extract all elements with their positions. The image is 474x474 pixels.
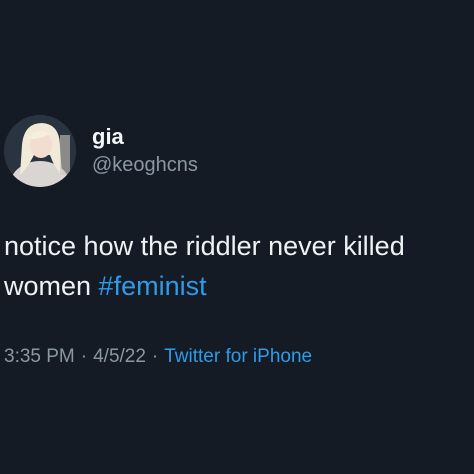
hashtag-link[interactable]: #feminist xyxy=(99,271,207,301)
tweet-card: gia @keoghcns notice how the riddler nev… xyxy=(0,0,474,474)
tweet-text-plain: women xyxy=(4,271,99,301)
tweet-time[interactable]: 3:35 PM xyxy=(4,346,75,367)
meta-separator: · xyxy=(151,346,159,367)
display-name[interactable]: gia xyxy=(92,124,198,150)
tweet-text-line-1: notice how the riddler never killed xyxy=(4,231,405,261)
avatar[interactable] xyxy=(4,115,76,187)
tweet-date[interactable]: 4/5/22 xyxy=(93,346,146,367)
tweet-meta: 3:35 PM · 4/5/22 · Twitter for iPhone xyxy=(4,344,312,370)
tweet-source-link[interactable]: Twitter for iPhone xyxy=(164,346,312,367)
meta-separator: · xyxy=(80,346,88,367)
profile-photo-icon xyxy=(4,115,76,187)
user-handle[interactable]: @keoghcns xyxy=(92,152,198,178)
author-names: gia @keoghcns xyxy=(92,124,198,178)
tweet-text: notice how the riddler never killed wome… xyxy=(4,226,472,306)
tweet-header: gia @keoghcns xyxy=(4,115,198,187)
tweet-text-line-2: women #feminist xyxy=(4,266,472,306)
